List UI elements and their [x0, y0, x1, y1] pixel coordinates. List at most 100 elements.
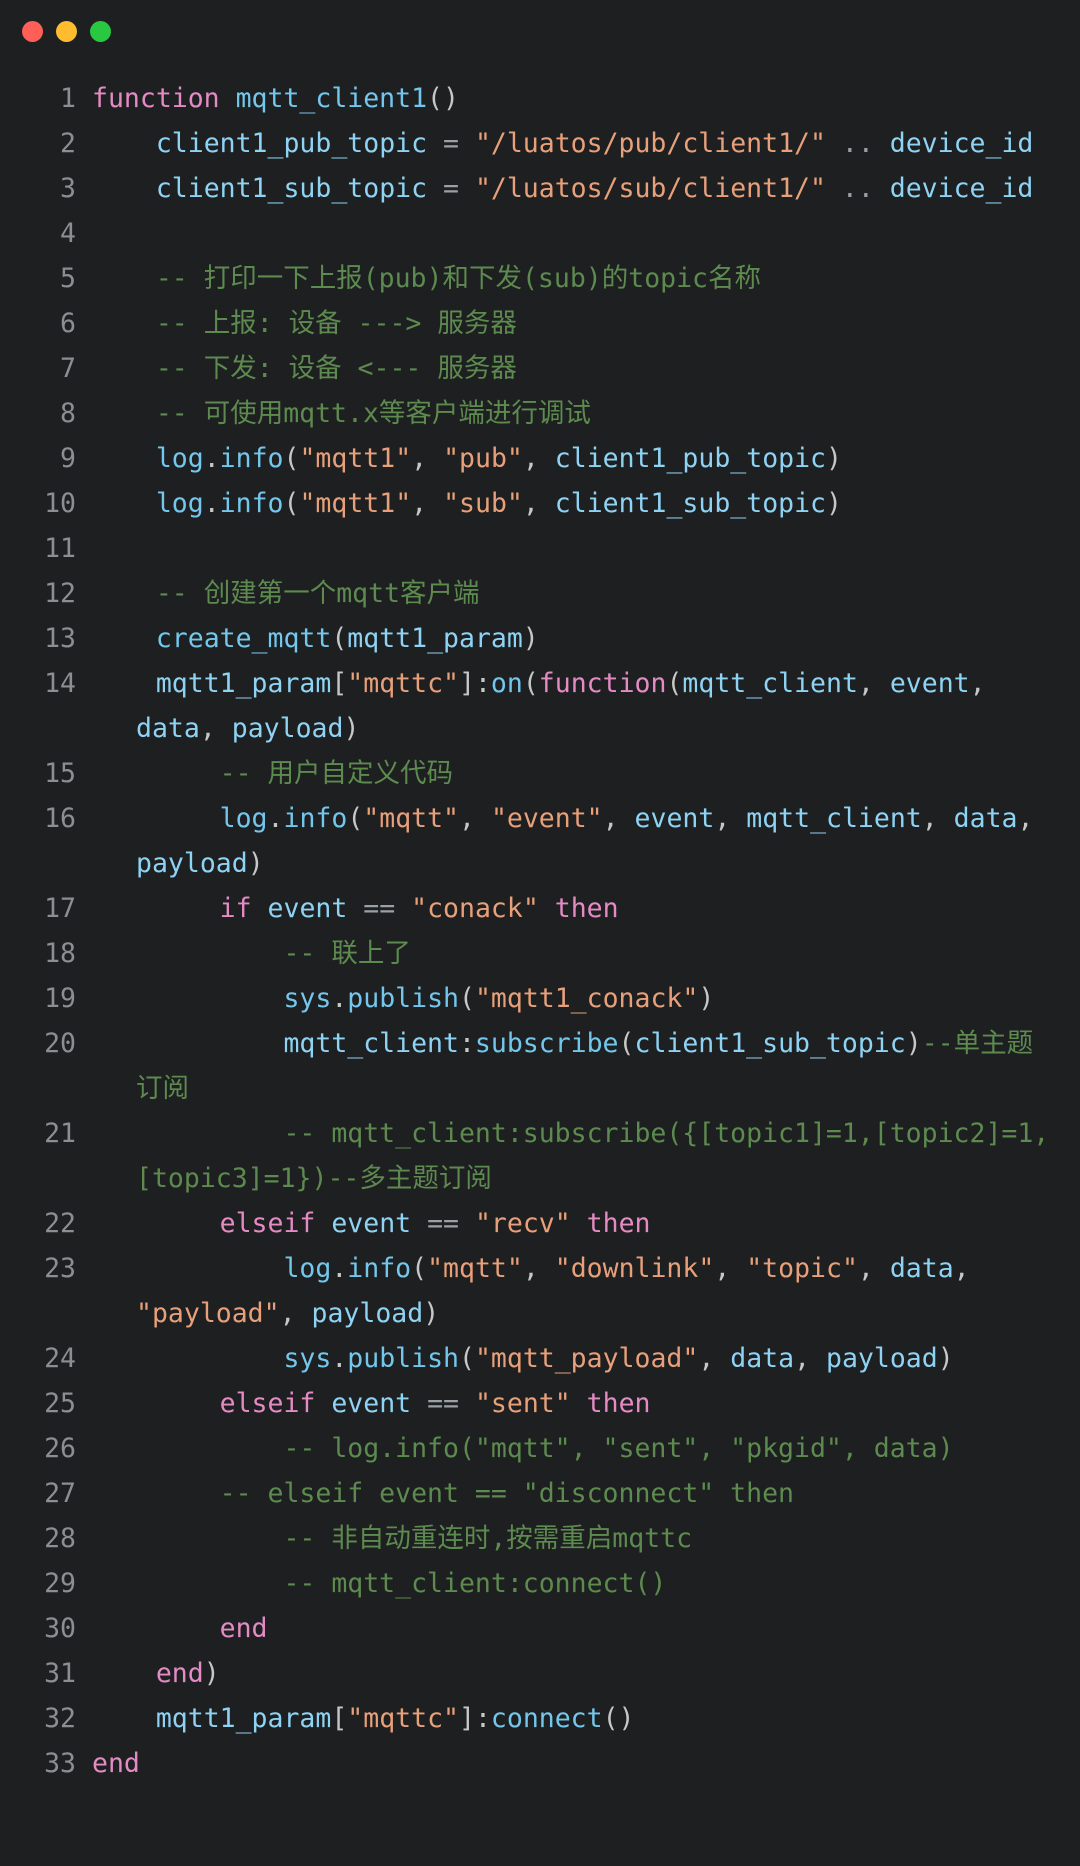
code-line-content[interactable]: -- 打印一下上报(pub)和下发(sub)的topic名称	[76, 256, 1056, 301]
code-line[interactable]: 23 log.info("mqtt", "downlink", "topic",…	[24, 1246, 1056, 1336]
code-line-content[interactable]: -- 可使用mqtt.x等客户端进行调试	[76, 391, 1056, 436]
code-line-content[interactable]: client1_sub_topic = "/luatos/sub/client1…	[76, 166, 1056, 211]
code-line-content[interactable]: elseif event == "sent" then	[76, 1381, 1056, 1426]
code-line[interactable]: 32 mqtt1_param["mqttc"]:connect()	[24, 1696, 1056, 1741]
token-punct: .	[331, 1343, 348, 1374]
code-line[interactable]: 4	[24, 211, 1056, 256]
code-line-content[interactable]: -- mqtt_client:subscribe({[topic1]=1,[to…	[76, 1111, 1056, 1201]
token-punct: ,	[1017, 803, 1050, 834]
code-line[interactable]: 30 end	[24, 1606, 1056, 1651]
code-line-content[interactable]: sys.publish("mqtt1_conack")	[76, 976, 1056, 1021]
code-line-content[interactable]: log.info("mqtt1", "sub", client1_sub_top…	[76, 481, 1056, 526]
token-punct: (	[618, 1028, 635, 1059]
code-line[interactable]: 5 -- 打印一下上报(pub)和下发(sub)的topic名称	[24, 256, 1056, 301]
maximize-window-icon[interactable]	[90, 20, 111, 42]
code-line-content[interactable]: -- 非自动重连时,按需重启mqttc	[76, 1516, 1056, 1561]
close-window-icon[interactable]	[22, 20, 43, 42]
code-line[interactable]: 21 -- mqtt_client:subscribe({[topic1]=1,…	[24, 1111, 1056, 1201]
token-kw: function	[92, 83, 236, 114]
code-line-content[interactable]: -- log.info("mqtt", "sent", "pkgid", dat…	[76, 1426, 1056, 1471]
code-line[interactable]: 7 -- 下发: 设备 <--- 服务器	[24, 346, 1056, 391]
code-line[interactable]: 11	[24, 526, 1056, 571]
token-com: -- elseif event == "disconnect" then	[219, 1478, 794, 1509]
code-line[interactable]: 16 log.info("mqtt", "event", event, mqtt…	[24, 796, 1056, 886]
code-line[interactable]: 19 sys.publish("mqtt1_conack")	[24, 976, 1056, 1021]
code-line-content[interactable]: -- elseif event == "disconnect" then	[76, 1471, 1056, 1516]
code-line-content[interactable]: mqtt1_param["mqttc"]:connect()	[76, 1696, 1056, 1741]
token-kw: elseif	[219, 1388, 316, 1419]
token-op: ==	[347, 893, 412, 924]
code-line-content[interactable]: end	[76, 1741, 1056, 1786]
token-op: =	[427, 128, 475, 159]
code-line-content[interactable]: end)	[76, 1651, 1056, 1696]
code-line-content[interactable]: mqtt_client:subscribe(client1_sub_topic)…	[76, 1021, 1056, 1111]
code-line[interactable]: 25 elseif event == "sent" then	[24, 1381, 1056, 1426]
code-line[interactable]: 9 log.info("mqtt1", "pub", client1_pub_t…	[24, 436, 1056, 481]
code-line[interactable]: 2 client1_pub_topic = "/luatos/pub/clien…	[24, 121, 1056, 166]
line-number: 32	[44, 1703, 76, 1734]
code-line[interactable]: 6 -- 上报: 设备 ---> 服务器	[24, 301, 1056, 346]
token-var: mqtt_client	[682, 668, 858, 699]
token-punct: )	[247, 848, 264, 879]
code-editor[interactable]: 1 function mqtt_client1() 2 client1_pub_to…	[0, 62, 1080, 1816]
code-line[interactable]: 22 elseif event == "recv" then	[24, 1201, 1056, 1246]
token-punct: ,	[714, 1253, 747, 1284]
code-line[interactable]: 20 mqtt_client:subscribe(client1_sub_top…	[24, 1021, 1056, 1111]
code-line-content[interactable]: function mqtt_client1()	[76, 76, 1056, 121]
code-line-content[interactable]: elseif event == "recv" then	[76, 1201, 1056, 1246]
code-line[interactable]: 18 -- 联上了	[24, 931, 1056, 976]
code-line-content[interactable]: -- 联上了	[76, 931, 1056, 976]
code-line[interactable]: 14 mqtt1_param["mqttc"]:on(function(mqtt…	[24, 661, 1056, 751]
minimize-window-icon[interactable]	[56, 20, 77, 42]
token-str: "downlink"	[554, 1253, 715, 1284]
code-line-content[interactable]: log.info("mqtt", "event", event, mqtt_cl…	[76, 796, 1056, 886]
code-line-content[interactable]: if event == "conack" then	[76, 886, 1056, 931]
code-line[interactable]: 13 create_mqtt(mqtt1_param)	[24, 616, 1056, 661]
line-number: 16	[44, 803, 76, 834]
token-var: mqtt1_param	[347, 623, 523, 654]
code-line[interactable]: 33 end	[24, 1741, 1056, 1786]
token-punct: ()	[427, 83, 459, 114]
code-line-content[interactable]: create_mqtt(mqtt1_param)	[76, 616, 1056, 661]
code-line-content[interactable]: sys.publish("mqtt_payload", data, payloa…	[76, 1336, 1056, 1381]
code-line[interactable]: 24 sys.publish("mqtt_payload", data, pay…	[24, 1336, 1056, 1381]
code-line-content[interactable]: mqtt1_param["mqttc"]:on(function(mqtt_cl…	[76, 661, 1056, 751]
line-number: 20	[44, 1028, 76, 1059]
token-punct: .	[203, 488, 220, 519]
code-line-content[interactable]: -- mqtt_client:connect()	[76, 1561, 1056, 1606]
code-line[interactable]: 3 client1_sub_topic = "/luatos/sub/clien…	[24, 166, 1056, 211]
code-line[interactable]: 31 end)	[24, 1651, 1056, 1696]
code-line[interactable]: 8 -- 可使用mqtt.x等客户端进行调试	[24, 391, 1056, 436]
token-punct: )	[343, 713, 360, 744]
token-punct: )	[937, 1343, 954, 1374]
code-line-content[interactable]: -- 上报: 设备 ---> 服务器	[76, 301, 1056, 346]
code-line-content[interactable]: client1_pub_topic = "/luatos/pub/client1…	[76, 121, 1056, 166]
code-line[interactable]: 29 -- mqtt_client:connect()	[24, 1561, 1056, 1606]
code-line-content[interactable]: -- 下发: 设备 <--- 服务器	[76, 346, 1056, 391]
code-line-content[interactable]: end	[76, 1606, 1056, 1651]
token-punct: ,	[199, 713, 232, 744]
code-line[interactable]: 27 -- elseif event == "disconnect" then	[24, 1471, 1056, 1516]
code-line[interactable]: 12 -- 创建第一个mqtt客户端	[24, 571, 1056, 616]
code-line-content[interactable]: -- 用户自定义代码	[76, 751, 1056, 796]
code-line[interactable]: 15 -- 用户自定义代码	[24, 751, 1056, 796]
line-number: 1	[60, 83, 76, 114]
code-line[interactable]: 10 log.info("mqtt1", "sub", client1_sub_…	[24, 481, 1056, 526]
code-line-content[interactable]: -- 创建第一个mqtt客户端	[76, 571, 1056, 616]
code-line[interactable]: 26 -- log.info("mqtt", "sent", "pkgid", …	[24, 1426, 1056, 1471]
code-line[interactable]: 28 -- 非自动重连时,按需重启mqttc	[24, 1516, 1056, 1561]
code-line-content[interactable]: log.info("mqtt", "downlink", "topic", da…	[76, 1246, 1056, 1336]
token-str: "sub"	[443, 488, 523, 519]
line-number: 10	[44, 488, 76, 519]
line-number: 22	[44, 1208, 76, 1239]
code-line[interactable]: 1 function mqtt_client1()	[24, 76, 1056, 121]
line-number: 24	[44, 1343, 76, 1374]
line-number: 27	[44, 1478, 76, 1509]
token-id: on	[490, 668, 523, 699]
code-line-content[interactable]: log.info("mqtt1", "pub", client1_pub_top…	[76, 436, 1056, 481]
code-line[interactable]: 17 if event == "conack" then	[24, 886, 1056, 931]
